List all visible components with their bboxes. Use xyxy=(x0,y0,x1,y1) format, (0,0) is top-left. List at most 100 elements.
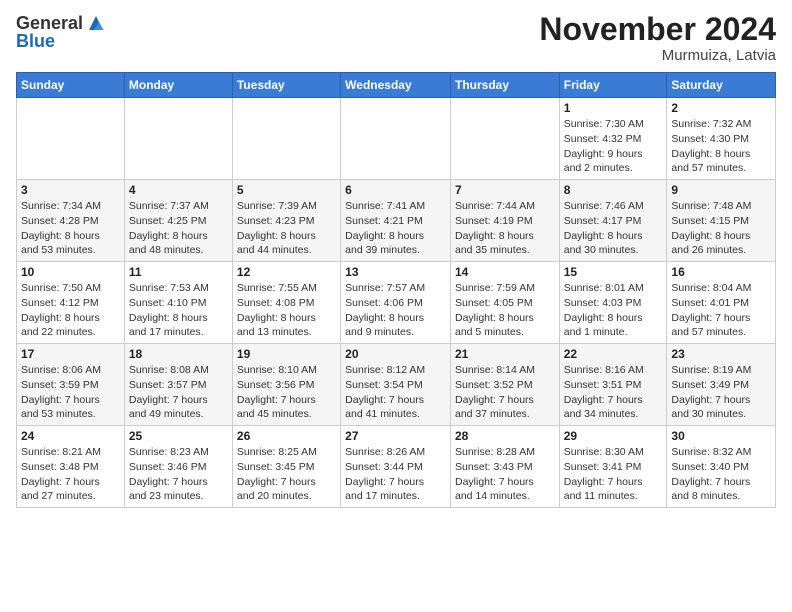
day-number: 27 xyxy=(345,429,446,443)
calendar-cell xyxy=(450,98,559,180)
calendar-cell: 18Sunrise: 8:08 AMSunset: 3:57 PMDayligh… xyxy=(124,344,232,426)
weekday-thursday: Thursday xyxy=(450,73,559,98)
calendar-cell: 22 Sunrise: 8:16 AMSunset: 3:51 PMDayligh… xyxy=(559,344,667,426)
day-number: 21 xyxy=(455,347,555,361)
day-number: 20 xyxy=(345,347,446,361)
calendar-cell xyxy=(17,98,125,180)
calendar-cell: 15 Sunrise: 8:01 AMSunset: 4:03 PMDayligh… xyxy=(559,262,667,344)
header: General Blue November 2024 Murmuiza, Lat… xyxy=(16,12,776,64)
day-info: Sunrise: 7:32 AMSunset: 4:30 PMDaylight:… xyxy=(671,117,771,176)
page-container: General Blue November 2024 Murmuiza, Lat… xyxy=(0,0,792,516)
calendar-cell: 6 Sunrise: 7:41 AMSunset: 4:21 PMDaylight… xyxy=(341,180,451,262)
weekday-friday: Friday xyxy=(559,73,667,98)
day-info: Sunrise: 7:41 AMSunset: 4:21 PMDaylight:… xyxy=(345,199,446,258)
calendar-cell: 16 Sunrise: 8:04 AMSunset: 4:01 PMDayligh… xyxy=(667,262,776,344)
month-title: November 2024 xyxy=(539,12,776,47)
calendar-cell: 3Sunrise: 7:34 AMSunset: 4:28 PMDaylight… xyxy=(17,180,125,262)
weekday-saturday: Saturday xyxy=(667,73,776,98)
day-info: Sunrise: 7:30 AMSunset: 4:32 PMDaylight:… xyxy=(564,117,663,176)
day-info: Sunrise: 7:48 AMSunset: 4:15 PMDaylight:… xyxy=(671,199,771,258)
calendar-cell: 14 Sunrise: 7:59 AMSunset: 4:05 PMDayligh… xyxy=(450,262,559,344)
day-info: Sunrise: 8:08 AMSunset: 3:57 PMDaylight:… xyxy=(129,363,228,422)
calendar-body: 1Sunrise: 7:30 AMSunset: 4:32 PMDaylight… xyxy=(17,98,776,508)
calendar-cell xyxy=(232,98,340,180)
day-info: Sunrise: 8:14 AMSunset: 3:52 PMDaylight:… xyxy=(455,363,555,422)
week-row-3: 10Sunrise: 7:50 AMSunset: 4:12 PMDayligh… xyxy=(17,262,776,344)
day-info: Sunrise: 7:55 AMSunset: 4:08 PMDaylight:… xyxy=(237,281,336,340)
day-number: 28 xyxy=(455,429,555,443)
day-number: 14 xyxy=(455,265,555,279)
day-info: Sunrise: 8:04 AMSunset: 4:01 PMDaylight:… xyxy=(671,281,771,340)
calendar-cell: 19Sunrise: 8:10 AMSunset: 3:56 PMDayligh… xyxy=(232,344,340,426)
day-number: 6 xyxy=(345,183,446,197)
logo: General Blue xyxy=(16,12,107,52)
day-info: Sunrise: 7:37 AMSunset: 4:25 PMDaylight:… xyxy=(129,199,228,258)
day-number: 24 xyxy=(21,429,120,443)
day-number: 4 xyxy=(129,183,228,197)
calendar-cell: 10Sunrise: 7:50 AMSunset: 4:12 PMDayligh… xyxy=(17,262,125,344)
day-number: 12 xyxy=(237,265,336,279)
calendar-cell: 29 Sunrise: 8:30 AMSunset: 3:41 PMDayligh… xyxy=(559,426,667,508)
week-row-2: 3Sunrise: 7:34 AMSunset: 4:28 PMDaylight… xyxy=(17,180,776,262)
calendar-cell: 8 Sunrise: 7:46 AMSunset: 4:17 PMDaylight… xyxy=(559,180,667,262)
logo-blue: Blue xyxy=(16,31,107,52)
day-number: 9 xyxy=(671,183,771,197)
day-info: Sunrise: 8:01 AMSunset: 4:03 PMDaylight:… xyxy=(564,281,663,340)
day-info: Sunrise: 8:10 AMSunset: 3:56 PMDaylight:… xyxy=(237,363,336,422)
calendar-cell: 24 Sunrise: 8:21 AMSunset: 3:48 PMDayligh… xyxy=(17,426,125,508)
calendar-header: SundayMondayTuesdayWednesdayThursdayFrid… xyxy=(17,73,776,98)
day-number: 30 xyxy=(671,429,771,443)
day-info: Sunrise: 8:23 AMSunset: 3:46 PMDaylight:… xyxy=(129,445,228,504)
calendar-cell: 9 Sunrise: 7:48 AMSunset: 4:15 PMDaylight… xyxy=(667,180,776,262)
day-info: Sunrise: 7:59 AMSunset: 4:05 PMDaylight:… xyxy=(455,281,555,340)
calendar-cell: 21 Sunrise: 8:14 AMSunset: 3:52 PMDayligh… xyxy=(450,344,559,426)
day-info: Sunrise: 7:57 AMSunset: 4:06 PMDaylight:… xyxy=(345,281,446,340)
calendar-cell: 11Sunrise: 7:53 AMSunset: 4:10 PMDayligh… xyxy=(124,262,232,344)
title-block: November 2024 Murmuiza, Latvia xyxy=(539,12,776,64)
day-number: 17 xyxy=(21,347,120,361)
day-info: Sunrise: 8:16 AMSunset: 3:51 PMDaylight:… xyxy=(564,363,663,422)
day-info: Sunrise: 7:39 AMSunset: 4:23 PMDaylight:… xyxy=(237,199,336,258)
calendar-cell: 13 Sunrise: 7:57 AMSunset: 4:06 PMDayligh… xyxy=(341,262,451,344)
day-info: Sunrise: 8:21 AMSunset: 3:48 PMDaylight:… xyxy=(21,445,120,504)
day-number: 5 xyxy=(237,183,336,197)
day-number: 29 xyxy=(564,429,663,443)
calendar-cell: 27Sunrise: 8:26 AMSunset: 3:44 PMDayligh… xyxy=(341,426,451,508)
calendar-cell: 7Sunrise: 7:44 AMSunset: 4:19 PMDaylight… xyxy=(450,180,559,262)
weekday-header-row: SundayMondayTuesdayWednesdayThursdayFrid… xyxy=(17,73,776,98)
weekday-monday: Monday xyxy=(124,73,232,98)
calendar-cell: 26Sunrise: 8:25 AMSunset: 3:45 PMDayligh… xyxy=(232,426,340,508)
calendar-cell: 30 Sunrise: 8:32 AMSunset: 3:40 PMDayligh… xyxy=(667,426,776,508)
calendar-cell: 17 Sunrise: 8:06 AMSunset: 3:59 PMDayligh… xyxy=(17,344,125,426)
calendar-cell xyxy=(341,98,451,180)
weekday-wednesday: Wednesday xyxy=(341,73,451,98)
day-number: 13 xyxy=(345,265,446,279)
day-number: 16 xyxy=(671,265,771,279)
day-info: Sunrise: 8:06 AMSunset: 3:59 PMDaylight:… xyxy=(21,363,120,422)
day-info: Sunrise: 8:28 AMSunset: 3:43 PMDaylight:… xyxy=(455,445,555,504)
calendar-cell: 20Sunrise: 8:12 AMSunset: 3:54 PMDayligh… xyxy=(341,344,451,426)
day-info: Sunrise: 8:30 AMSunset: 3:41 PMDaylight:… xyxy=(564,445,663,504)
day-number: 8 xyxy=(564,183,663,197)
calendar-cell: 4 Sunrise: 7:37 AMSunset: 4:25 PMDaylight… xyxy=(124,180,232,262)
calendar-cell: 12 Sunrise: 7:55 AMSunset: 4:08 PMDayligh… xyxy=(232,262,340,344)
calendar-cell: 1Sunrise: 7:30 AMSunset: 4:32 PMDaylight… xyxy=(559,98,667,180)
day-number: 22 xyxy=(564,347,663,361)
day-info: Sunrise: 7:44 AMSunset: 4:19 PMDaylight:… xyxy=(455,199,555,258)
day-number: 23 xyxy=(671,347,771,361)
calendar-table: SundayMondayTuesdayWednesdayThursdayFrid… xyxy=(16,72,776,508)
day-info: Sunrise: 7:46 AMSunset: 4:17 PMDaylight:… xyxy=(564,199,663,258)
day-info: Sunrise: 8:19 AMSunset: 3:49 PMDaylight:… xyxy=(671,363,771,422)
calendar-cell xyxy=(124,98,232,180)
location: Murmuiza, Latvia xyxy=(539,47,776,64)
day-info: Sunrise: 8:25 AMSunset: 3:45 PMDaylight:… xyxy=(237,445,336,504)
weekday-sunday: Sunday xyxy=(17,73,125,98)
logo-icon xyxy=(85,12,107,34)
calendar-cell: 23 Sunrise: 8:19 AMSunset: 3:49 PMDayligh… xyxy=(667,344,776,426)
week-row-5: 24 Sunrise: 8:21 AMSunset: 3:48 PMDayligh… xyxy=(17,426,776,508)
day-number: 25 xyxy=(129,429,228,443)
day-number: 11 xyxy=(129,265,228,279)
day-number: 10 xyxy=(21,265,120,279)
day-number: 15 xyxy=(564,265,663,279)
day-info: Sunrise: 8:32 AMSunset: 3:40 PMDaylight:… xyxy=(671,445,771,504)
